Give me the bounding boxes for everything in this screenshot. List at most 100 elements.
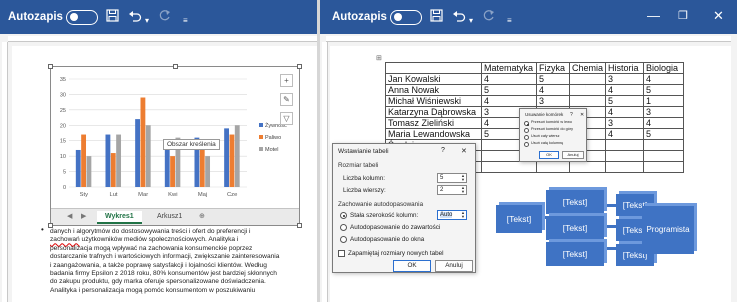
smartart-node[interactable]: [Tekst] <box>546 216 604 240</box>
fixed-width-spinner[interactable]: Auto ▲ ▼ <box>437 210 467 220</box>
vertical-ruler[interactable] <box>322 42 328 302</box>
columns-spinner[interactable]: 5 ▲ ▼ <box>437 173 467 183</box>
legend-swatch[interactable] <box>259 147 263 151</box>
table-cell[interactable] <box>605 161 645 173</box>
table-cell[interactable]: 5 <box>536 73 570 85</box>
table-cell[interactable]: 3 <box>605 73 645 85</box>
autosave-toggle[interactable] <box>66 10 98 25</box>
option-shift-up[interactable] <box>524 128 529 133</box>
table-cell[interactable]: Tomasz Zieliński <box>385 117 482 129</box>
table-cell[interactable]: 4 <box>643 73 685 85</box>
table-cell[interactable]: 4 <box>536 84 570 96</box>
bar-żywność[interactable] <box>224 128 229 187</box>
option-delete-row[interactable] <box>524 135 529 140</box>
table-cell[interactable]: 5 <box>643 84 685 96</box>
selection-handle[interactable] <box>297 64 302 69</box>
chart-object[interactable]: 0 5 10 15 20 25 30 35 Sty Lut Mar Kwi Maj Cze Żywność P… <box>50 66 300 226</box>
chart-elements-icon[interactable]: + <box>280 74 293 87</box>
bar-motel[interactable] <box>205 156 211 187</box>
table-cell[interactable] <box>643 150 685 162</box>
table-cell[interactable]: Matematyka <box>481 62 537 74</box>
help-icon[interactable]: ? <box>570 112 573 118</box>
save-icon[interactable] <box>106 8 119 26</box>
close-icon[interactable]: ✕ <box>713 7 724 25</box>
table-cell[interactable]: Michał Wiśniewski <box>385 95 482 107</box>
table-cell[interactable] <box>568 84 607 96</box>
bar-żywność[interactable] <box>135 119 140 187</box>
x-tick-label[interactable]: Lut <box>109 192 117 198</box>
x-tick-label[interactable]: Mar <box>138 192 148 198</box>
ok-button[interactable]: OK <box>393 260 431 272</box>
sheet-tab-wykres1[interactable]: Wykres1 <box>97 211 142 224</box>
autosave-toggle[interactable] <box>390 10 422 25</box>
legend-label[interactable]: Motel <box>265 147 278 153</box>
bar-motel[interactable] <box>116 134 122 187</box>
option-delete-column[interactable] <box>524 142 529 147</box>
bar-paliwo[interactable] <box>81 134 87 187</box>
bar-motel[interactable] <box>145 125 151 187</box>
redo-icon[interactable] <box>482 8 495 26</box>
document-paragraph[interactable]: • danych i algorytmów do dostosowywania … <box>41 225 312 295</box>
bar-motel[interactable] <box>86 156 92 187</box>
save-icon[interactable] <box>430 8 443 26</box>
add-sheet-icon[interactable]: ⊕ <box>191 211 213 224</box>
vertical-ruler[interactable] <box>2 42 8 302</box>
table-cell[interactable]: 3 <box>605 117 645 129</box>
table-cell[interactable] <box>536 161 570 173</box>
minimize-icon[interactable]: — <box>647 7 660 25</box>
table-cell[interactable] <box>568 73 607 85</box>
redo-icon[interactable] <box>158 8 171 26</box>
undo-icon[interactable] <box>128 8 142 26</box>
sheet-nav-next-icon[interactable]: ▶ <box>73 211 94 224</box>
y-tick-label[interactable]: 10 <box>60 154 66 160</box>
bar-paliwo[interactable] <box>199 146 205 187</box>
y-tick-label[interactable]: 5 <box>63 170 66 176</box>
option-shift-left[interactable] <box>524 121 529 126</box>
table-cell[interactable]: Chemia <box>568 62 607 74</box>
cancel-button[interactable]: Anuluj <box>562 151 584 159</box>
table-cell[interactable]: 3 <box>536 95 570 107</box>
table-cell[interactable] <box>481 161 537 173</box>
table-cell[interactable]: 4 <box>605 128 645 140</box>
x-tick-label[interactable]: Kwi <box>168 192 177 198</box>
table-cell[interactable]: 5 <box>605 95 645 107</box>
smartart-node[interactable]: Programista <box>642 206 694 254</box>
table-cell[interactable]: 1 <box>643 95 685 107</box>
x-tick-label[interactable]: Sty <box>80 192 88 198</box>
bar-paliwo[interactable] <box>170 156 176 187</box>
x-tick-label[interactable]: Cze <box>227 192 237 198</box>
bar-paliwo[interactable] <box>110 153 116 187</box>
bar-motel[interactable] <box>234 125 240 187</box>
table-cell[interactable]: 5 <box>481 84 537 96</box>
close-icon[interactable]: ✕ <box>580 112 584 118</box>
sheet-tab-arkusz1[interactable]: Arkusz1 <box>149 211 190 224</box>
table-cell[interactable] <box>385 62 482 74</box>
table-cell[interactable]: Biologia <box>643 62 685 74</box>
option-autofit-contents-radio[interactable] <box>340 224 347 231</box>
cancel-button[interactable]: Anuluj <box>435 260 473 272</box>
legend-label[interactable]: Paliwo <box>265 135 281 141</box>
table-cell[interactable]: Maria Lewandowska <box>385 128 482 140</box>
rows-spinner[interactable]: 2 ▲ ▼ <box>437 185 467 195</box>
ok-button[interactable]: OK <box>539 151 559 159</box>
y-tick-label[interactable]: 15 <box>60 139 66 145</box>
option-autofit-window-radio[interactable] <box>340 236 347 243</box>
customize-icon[interactable]: ≡ <box>507 12 512 30</box>
table-cell[interactable]: Historia <box>605 62 645 74</box>
table-cell[interactable] <box>568 95 607 107</box>
bar-żywność[interactable] <box>105 134 111 187</box>
bar-żywność[interactable] <box>75 149 81 187</box>
bar-paliwo[interactable] <box>229 134 235 187</box>
table-cell[interactable]: 4 <box>605 84 645 96</box>
table-cell[interactable] <box>568 161 607 173</box>
table-cell[interactable] <box>605 150 645 162</box>
remember-size-checkbox[interactable] <box>338 250 345 257</box>
table-cell[interactable]: 4 <box>481 95 537 107</box>
y-tick-label[interactable]: 30 <box>60 92 66 98</box>
selection-handle[interactable] <box>173 64 178 69</box>
table-move-icon[interactable]: ⊞ <box>376 54 382 62</box>
table-cell[interactable]: Anna Nowak <box>385 84 482 96</box>
customize-icon[interactable]: ≡ <box>183 12 188 30</box>
undo-icon[interactable] <box>452 8 466 26</box>
bar-paliwo[interactable] <box>140 97 146 187</box>
